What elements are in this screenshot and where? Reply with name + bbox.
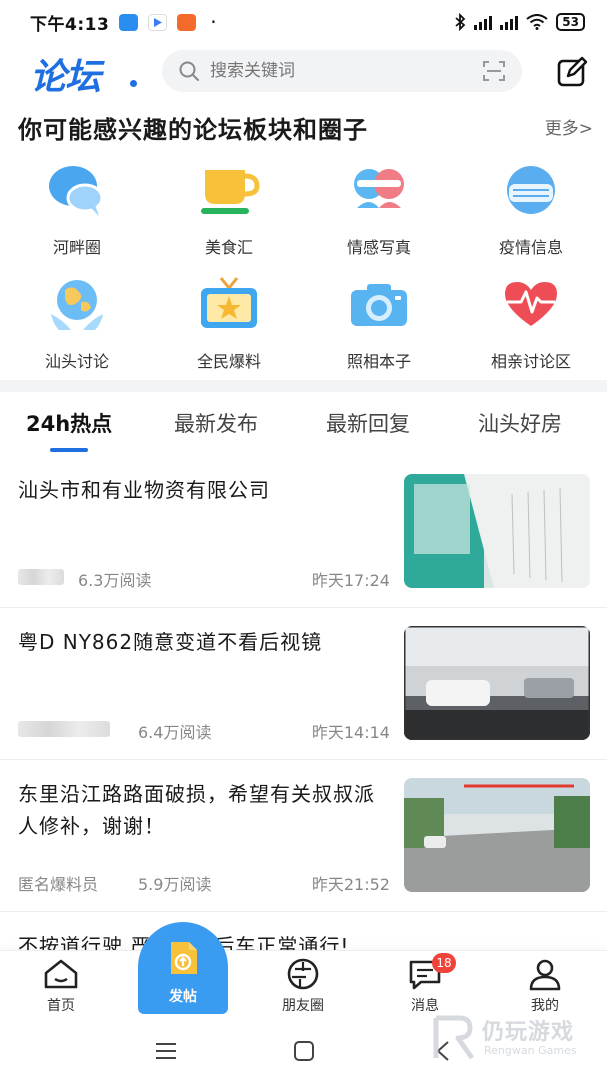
battery-indicator: 53 [556, 13, 585, 31]
notification-app-icon [119, 13, 139, 31]
watermark: 仍玩游戏 Rengwan Games [430, 1010, 600, 1065]
menu-icon[interactable] [154, 1040, 178, 1062]
post-meta: 6.4万阅读 昨天14:14 [18, 719, 390, 742]
header: 论坛 [0, 46, 607, 98]
moments-icon [287, 958, 319, 990]
tv-icon [201, 277, 257, 328]
status-time: 下午4:13 [30, 14, 110, 35]
post-button[interactable]: 发帖 [138, 922, 228, 1014]
camera-icon [351, 284, 407, 326]
forum-logo: 论坛 [30, 57, 101, 98]
nav-messages[interactable]: 18 消息 [380, 953, 470, 1015]
watermark-logo-icon [433, 1015, 475, 1060]
post-title-partial[interactable]: 不按道行驶 严重影响后车正常通行! [18, 930, 578, 950]
post-item[interactable]: 粤D NY862随意变道不看后视镜 6.4万阅读 昨天14:14 [0, 608, 607, 760]
interest-section-header: 你可能感兴趣的论坛板块和圈子 更多> [18, 110, 593, 144]
post-doc-icon [171, 942, 197, 974]
nav-label: 首页 [47, 998, 75, 1014]
forum-item-shantou[interactable]: 汕头讨论 [2, 274, 152, 374]
forum-label: 汕头讨论 [44, 352, 109, 371]
signal-icon-1 [474, 14, 493, 30]
post-title: 汕头市和有业物资有限公司 [18, 478, 270, 502]
home-icon [44, 959, 78, 989]
watermark-subtext: Rengwan Games [484, 1044, 577, 1057]
forum-item-food[interactable]: 美食汇 [154, 160, 304, 260]
edit-icon[interactable] [556, 56, 588, 88]
forum-item-emotion[interactable]: 情感写真 [304, 160, 454, 260]
notification-cat-icon [177, 13, 197, 31]
tab-latest-replies[interactable]: 最新回复 [326, 408, 410, 438]
couple-icon [354, 169, 404, 208]
forum-grid: 河畔圈 美食汇 情感写真 疫情信息 汕头讨论 全民爆料 照相本子 相亲讨论区 [0, 160, 607, 375]
teacup-icon [201, 170, 260, 214]
nav-mine[interactable]: 我的 [500, 957, 590, 1015]
forum-label: 照相本子 [346, 352, 411, 371]
forum-item-report[interactable]: 全民爆料 [154, 274, 304, 374]
tab-shantou-housing[interactable]: 汕头好房 [478, 408, 562, 438]
globe-hands-icon [51, 280, 103, 330]
message-badge: 18 [432, 953, 456, 973]
post-meta: 6.3万阅读 昨天17:24 [18, 567, 390, 590]
read-count: 5.9万阅读 [138, 875, 212, 894]
heartbeat-icon [505, 282, 557, 326]
post-author: 匿名爆料员 [18, 875, 99, 894]
post-thumbnail [404, 474, 590, 588]
post-title: 东里沿江路路面破损，希望有关叔叔派人修补，谢谢！ [18, 782, 375, 838]
scan-icon[interactable] [482, 59, 506, 83]
post-time: 昨天17:24 [311, 571, 390, 590]
forum-item-hepan[interactable]: 河畔圈 [2, 160, 152, 260]
post-thumbnail [404, 778, 590, 892]
post-time: 昨天14:14 [311, 723, 390, 742]
forum-label: 相亲讨论区 [490, 352, 571, 371]
notification-video-icon [148, 13, 168, 31]
forum-label: 全民爆料 [196, 352, 261, 371]
profile-icon [529, 959, 561, 991]
forum-label: 河畔圈 [52, 238, 101, 257]
active-tab-indicator [50, 448, 88, 452]
post-item[interactable]: 东里沿江路路面破损，希望有关叔叔派人修补，谢谢！ 匿名爆料员 5.9万阅读 昨天… [0, 760, 607, 912]
bluetooth-icon [455, 13, 466, 31]
post-button-label: 发帖 [169, 989, 197, 1005]
author-avatar-blurred [18, 721, 110, 737]
logo-dot [130, 80, 137, 87]
post-title: 粤D NY862随意变道不看后视镜 [18, 630, 323, 654]
section-title: 你可能感兴趣的论坛板块和圈子 [18, 116, 368, 144]
forum-label: 疫情信息 [498, 238, 563, 257]
forum-item-epidemic[interactable]: 疫情信息 [456, 160, 606, 260]
wifi-icon [526, 14, 548, 30]
mask-icon [507, 166, 555, 214]
forum-item-dating[interactable]: 相亲讨论区 [456, 274, 606, 374]
forum-label: 美食汇 [204, 238, 253, 257]
forum-item-photo[interactable]: 照相本子 [304, 274, 454, 374]
search-icon [179, 61, 199, 81]
section-divider [0, 380, 607, 392]
home-square-icon[interactable] [292, 1040, 316, 1062]
read-count: 6.4万阅读 [138, 723, 212, 742]
tab-latest-posts[interactable]: 最新发布 [174, 408, 258, 438]
feed-tabs: 24h热点 最新发布 最新回复 汕头好房 [0, 400, 607, 456]
search-bar[interactable] [162, 50, 522, 92]
nav-friends[interactable]: 朋友圈 [258, 957, 348, 1015]
post-thumbnail [404, 626, 590, 740]
status-bar: 下午4:13 · 53 [0, 0, 607, 44]
more-link[interactable]: 更多> [545, 114, 593, 139]
watermark-text: 仍玩游戏 [482, 1020, 575, 1045]
forum-label: 情感写真 [346, 238, 411, 257]
status-more-dot: · [210, 10, 217, 34]
nav-label: 朋友圈 [282, 998, 324, 1014]
post-meta: 匿名爆料员 5.9万阅读 昨天21:52 [18, 871, 390, 894]
chat-bubbles-icon [49, 166, 104, 216]
search-input[interactable] [210, 61, 460, 81]
read-count: 6.3万阅读 [78, 571, 152, 590]
signal-icon-2 [500, 14, 519, 30]
author-avatar-blurred [18, 569, 64, 585]
post-time: 昨天21:52 [311, 875, 390, 894]
nav-home[interactable]: 首页 [16, 957, 106, 1015]
tab-24h-hot[interactable]: 24h热点 [26, 408, 112, 438]
post-item[interactable]: 汕头市和有业物资有限公司 6.3万阅读 昨天17:24 [0, 456, 607, 608]
